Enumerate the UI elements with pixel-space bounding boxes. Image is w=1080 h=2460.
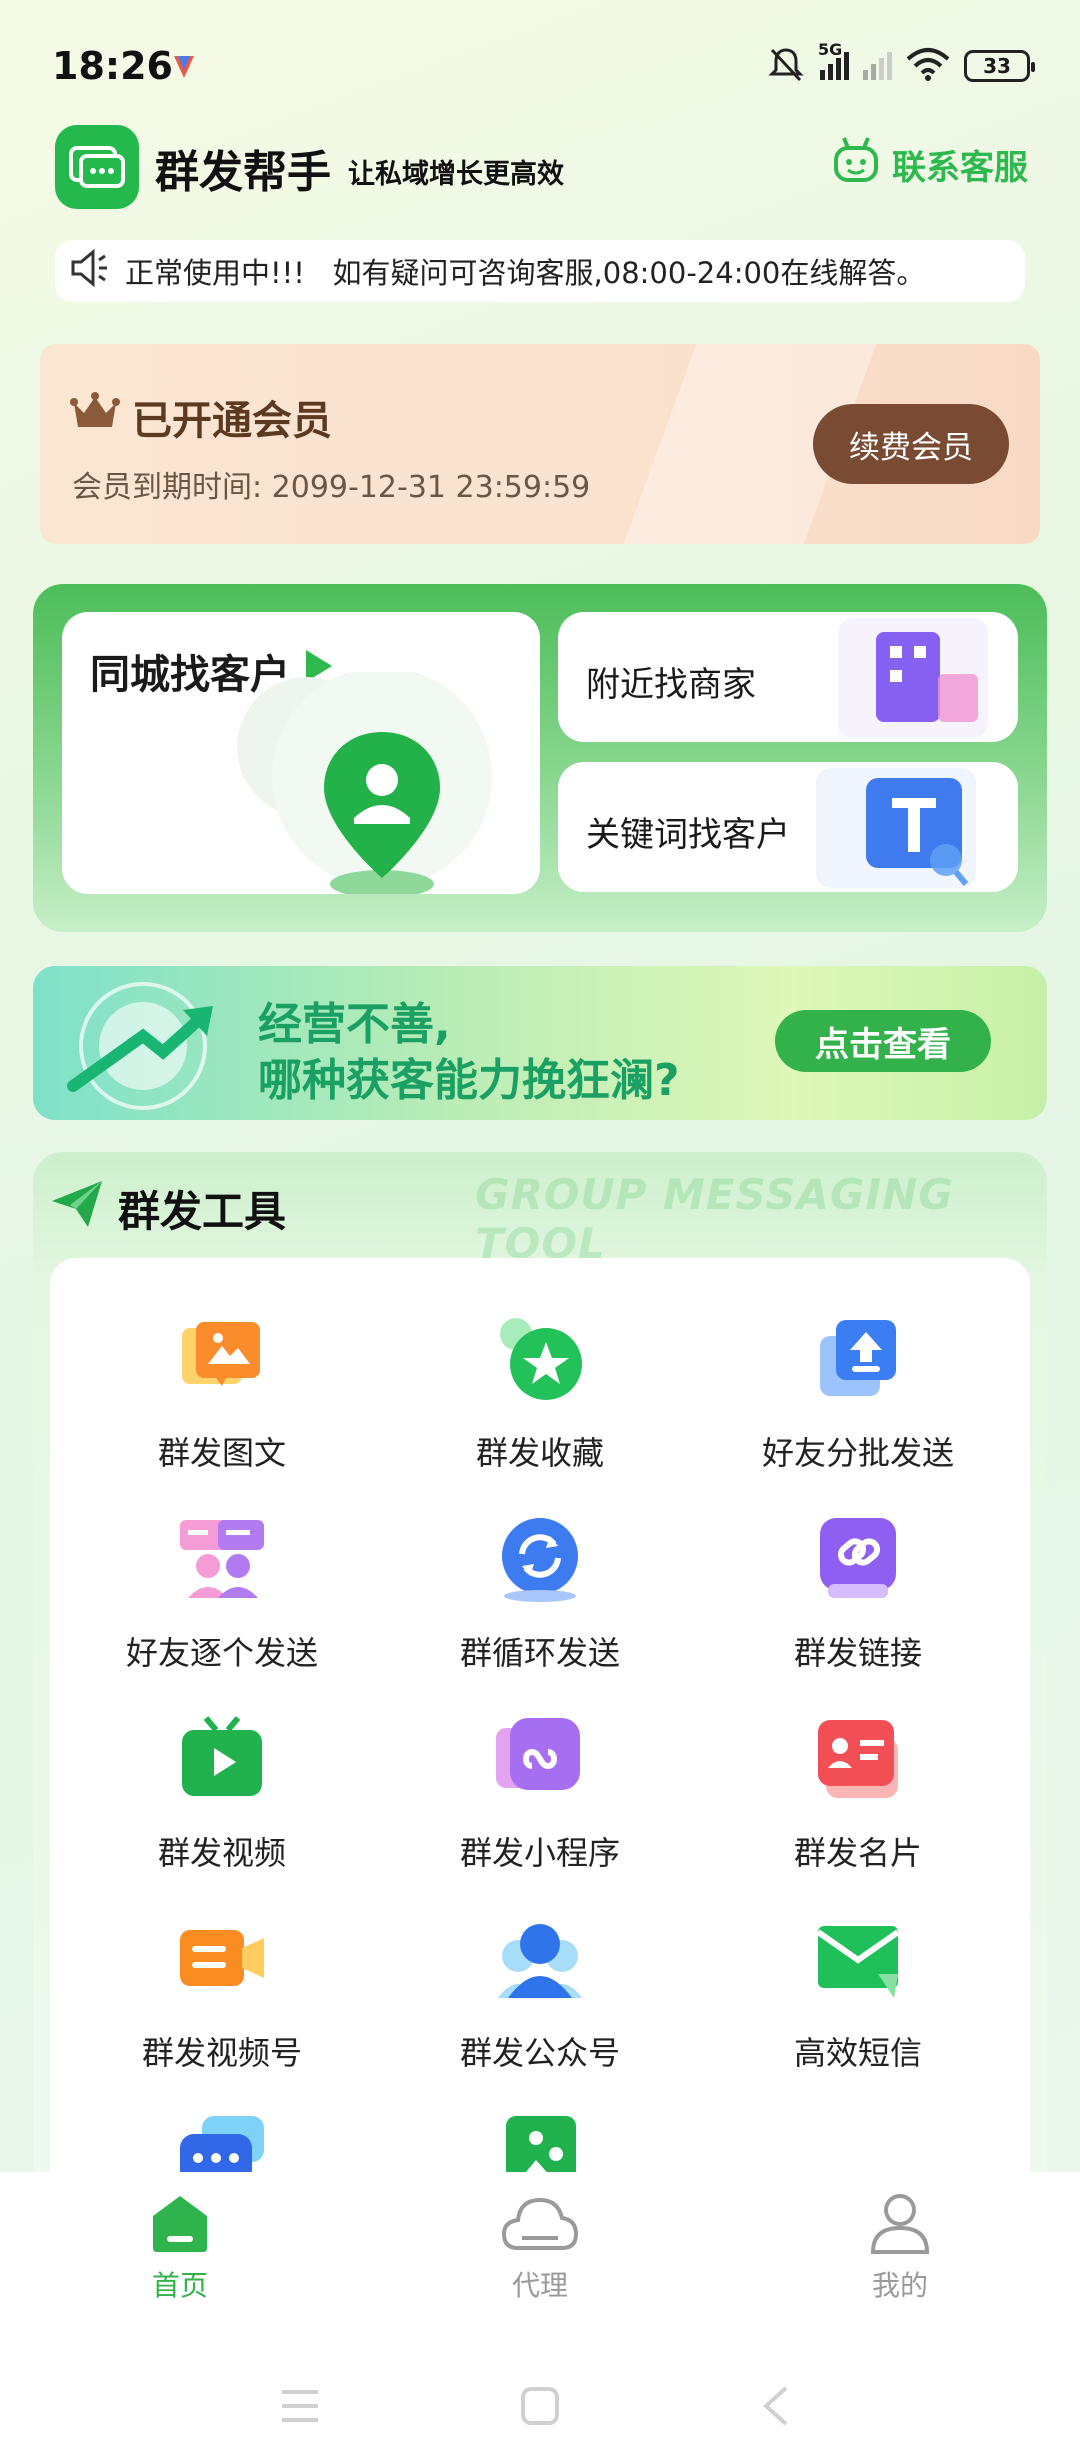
tool-label: 群发收藏 [475,1434,604,1472]
membership-card: 已开通会员 会员到期时间: 2099-12-31 23:59:59 续费会员 [40,344,1040,544]
tool-official-account[interactable]: 群发公众号 [380,1914,700,2074]
growth-arrow-icon [43,976,243,1120]
nearby-merchants-card[interactable]: 附近找商家 [558,612,1018,742]
tool-label: 群发视频号 [141,2034,302,2072]
tool-favorites[interactable]: 群发收藏 [380,1314,700,1474]
network-type: 5G [818,40,843,59]
tool-label: 群发视频 [157,1834,286,1872]
battery-icon: 33 [964,50,1035,82]
star-icon [496,1314,584,1402]
app-slogan: 让私域增长更高效 [348,159,564,190]
membership-status: 已开通会员 [132,398,332,444]
membership-expire: 会员到期时间: 2099-12-31 23:59:59 [72,470,591,505]
tool-label: 群循环发送 [459,1634,620,1672]
crown-icon [70,391,120,443]
text-search-icon [816,768,976,892]
menu-icon[interactable] [280,2388,320,2428]
tools-header: 群发工具 [50,1178,286,1239]
promo-banner[interactable]: 经营不善, 哪种获客能力挽狂澜? 点击查看 [33,966,1047,1120]
tool-label: 高效短信 [793,2034,922,2072]
one-by-one-icon [178,1514,266,1602]
renew-membership-button[interactable]: 续费会员 [813,404,1009,484]
speaker-icon [69,248,111,295]
contact-service-button[interactable]: 联系客服 [830,134,1028,195]
building-icon [838,618,988,742]
tool-label: 群发小程序 [459,1834,620,1872]
banner-headline-2: 哪种获客能力挽狂澜? [258,1055,680,1106]
app-notification-icon [170,52,198,82]
tool-label: 群发公众号 [459,2034,620,2072]
system-nav-bar [0,2370,1080,2460]
tool-label: 好友逐个发送 [125,1634,318,1672]
sms-icon [814,1914,902,2002]
image-text-icon [178,1314,266,1402]
business-card-icon [814,1714,902,1802]
paper-plane-icon [50,1179,104,1239]
notice-text: 正常使用中!!! 如有疑问可咨询客服,08:00-24:00在线解答。 [125,256,926,290]
nearby-merchants-label: 附近找商家 [586,665,756,705]
robot-icon [830,134,882,195]
tool-video[interactable]: 群发视频 [62,1714,382,1874]
nav-agent[interactable]: 代理 [430,2192,650,2304]
back-icon[interactable] [760,2386,790,2430]
video-channel-icon [178,1914,266,2002]
wifi-icon [906,47,950,85]
tool-video-channel[interactable]: 群发视频号 [62,1914,382,2074]
banner-headline-1: 经营不善, [258,999,451,1050]
keyword-customers-label: 关键词找客户 [586,815,790,855]
keyword-customers-card[interactable]: 关键词找客户 [558,762,1018,892]
tool-sms[interactable]: 高效短信 [698,1914,1018,2074]
banner-view-button[interactable]: 点击查看 [775,1010,991,1072]
signal-weak-icon [863,52,892,80]
cloud-icon [500,2192,580,2254]
app-name: 群发帮手 [155,147,331,198]
tools-title: 群发工具 [118,1187,287,1236]
mini-program-icon [496,1714,584,1802]
tool-mini-program[interactable]: 群发小程序 [380,1714,700,1874]
tool-one-by-one[interactable]: 好友逐个发送 [62,1514,382,1674]
home-square-icon[interactable] [520,2386,560,2430]
tool-business-card[interactable]: 群发名片 [698,1714,1018,1874]
user-icon [867,2192,933,2254]
tool-label: 好友分批发送 [761,1434,954,1472]
local-customers-card[interactable]: 同城找客户 [62,612,540,894]
tool-link[interactable]: 群发链接 [698,1514,1018,1674]
nav-agent-label: 代理 [511,2269,568,2302]
loop-icon [496,1514,584,1602]
notice-bar: 正常使用中!!! 如有疑问可咨询客服,08:00-24:00在线解答。 [55,240,1025,302]
tool-image-text[interactable]: 群发图文 [62,1314,382,1474]
home-icon [147,2192,213,2254]
tool-label: 群发图文 [157,1434,286,1472]
tool-label: 群发名片 [793,1834,922,1872]
status-bar: 18:26 5G 33 [0,0,1080,140]
tools-watermark: GROUP MESSAGING TOOL [475,1170,954,1268]
video-icon [178,1714,266,1802]
mute-icon [766,44,806,88]
contact-service-label: 联系客服 [892,148,1028,188]
tool-batch-send[interactable]: 好友分批发送 [698,1314,1018,1474]
tool-group-loop[interactable]: 群循环发送 [380,1514,700,1674]
nav-mine-label: 我的 [871,2269,928,2302]
location-pin-icon [212,667,512,894]
nav-mine[interactable]: 我的 [790,2192,1010,2304]
app-logo [55,125,139,209]
membership-title: 已开通会员 [70,388,332,446]
link-icon [814,1514,902,1602]
nav-home-label: 首页 [151,2269,208,2302]
tool-label: 群发链接 [793,1634,922,1672]
official-account-icon [496,1914,584,2002]
signal-5g-icon: 5G [818,40,849,80]
status-time: 18:26 [52,44,173,88]
batch-send-icon [814,1314,902,1402]
nav-home[interactable]: 首页 [70,2192,290,2304]
status-icons: 5G 33 [766,40,1035,88]
